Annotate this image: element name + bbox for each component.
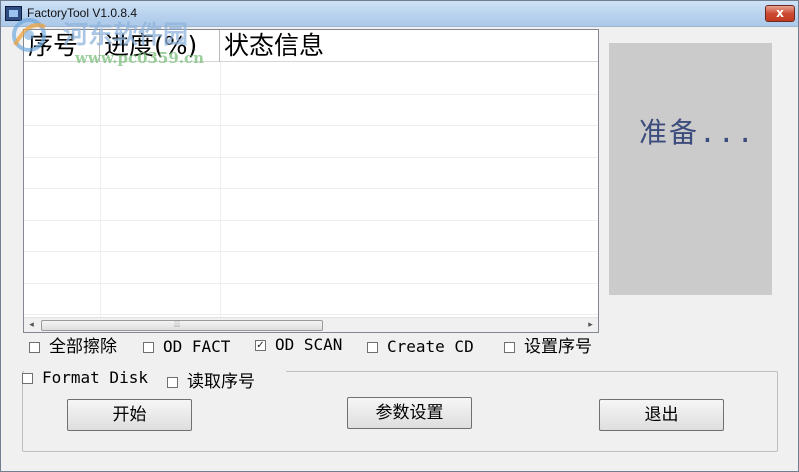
progress-list[interactable]: 序号 进度(%) 状态信息 ◂ ⦙⦙⦙ ▸ <box>23 29 599 333</box>
set-serial-label: 设置序号 <box>524 337 592 357</box>
create-cd-label: Create CD <box>387 337 474 356</box>
grid-line <box>24 251 598 252</box>
checkbox-box[interactable] <box>167 377 178 388</box>
checkbox-box[interactable] <box>367 342 378 353</box>
format-disk-label: Format Disk <box>42 368 148 387</box>
grid-line <box>24 283 598 284</box>
exit-button[interactable]: 退出 <box>599 399 724 431</box>
grid-line <box>24 188 598 189</box>
checkbox-box[interactable] <box>504 342 515 353</box>
grid-line <box>24 94 598 95</box>
od-fact-label: OD FACT <box>163 337 231 356</box>
grid-line <box>24 157 598 158</box>
factory-tool-icon <box>5 6 22 21</box>
od-scan-label: OD SCAN <box>275 335 343 354</box>
grid-line <box>24 125 598 126</box>
grid-line <box>220 62 221 317</box>
column-header-serial[interactable]: 序号 <box>24 30 100 62</box>
checkbox-box[interactable]: ✓ <box>255 340 266 351</box>
start-button[interactable]: 开始 <box>67 399 192 431</box>
grid-line <box>24 220 598 221</box>
checkbox-box[interactable] <box>22 373 33 384</box>
chevron-left-icon[interactable]: ◂ <box>24 318 39 332</box>
checkbox-box[interactable] <box>143 342 154 353</box>
grid-line <box>24 314 598 315</box>
chevron-right-icon[interactable]: ▸ <box>583 318 598 332</box>
status-text: 准备... <box>639 116 756 149</box>
read-serial-label: 读取序号 <box>187 372 255 392</box>
window-title: FactoryTool V1.0.8.4 <box>27 6 138 20</box>
column-header-progress[interactable]: 进度(%) <box>100 30 220 62</box>
status-panel: 准备... <box>609 43 772 295</box>
close-icon: x <box>776 6 784 20</box>
scroll-thumb[interactable]: ⦙⦙⦙ <box>41 320 323 331</box>
title-bar[interactable]: FactoryTool V1.0.8.4 x <box>1 1 798 27</box>
grid-line <box>100 62 101 317</box>
close-button[interactable]: x <box>765 5 795 22</box>
column-header-status[interactable]: 状态信息 <box>220 30 598 62</box>
erase-all-label: 全部擦除 <box>49 337 117 357</box>
list-header: 序号 进度(%) 状态信息 <box>24 30 598 62</box>
grip-icon: ⦙⦙⦙ <box>174 320 181 330</box>
parameter-settings-button[interactable]: 参数设置 <box>347 397 472 429</box>
horizontal-scrollbar[interactable]: ◂ ⦙⦙⦙ ▸ <box>24 317 598 332</box>
factory-tool-window: FactoryTool V1.0.8.4 x 河东软件园 www.pc0359.… <box>0 0 799 472</box>
checkbox-box[interactable] <box>29 342 40 353</box>
